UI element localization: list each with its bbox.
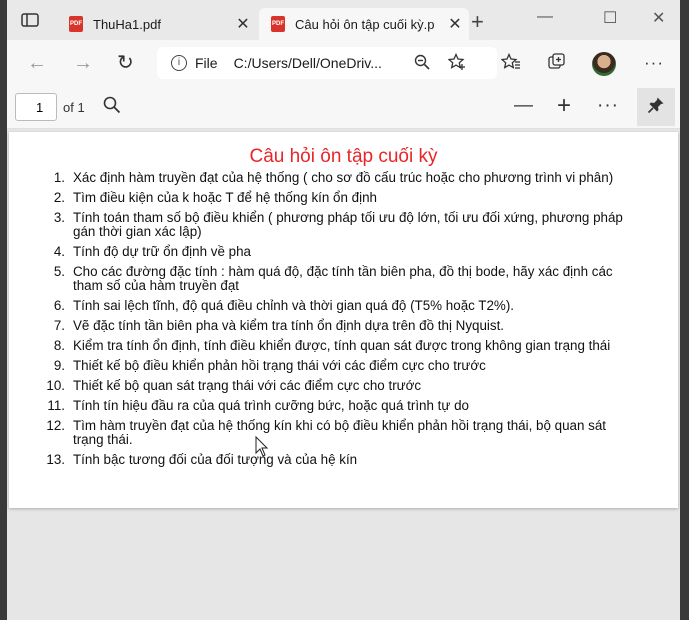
pdf-toolbar: 1 of 1 — + ··· <box>7 88 680 129</box>
question-number: 10. <box>46 378 65 393</box>
tab-actions-icon[interactable] <box>21 13 39 27</box>
question-item: 1. Xác định hàm truyền đạt của hệ thống (… <box>37 171 637 185</box>
question-number: 1. <box>53 170 65 185</box>
document-title: Câu hỏi ôn tập cuối kỳ <box>249 146 438 167</box>
document-viewer[interactable]: Câu hỏi ôn tập cuối kỳ 1. Xác định hàm tr… <box>7 129 680 620</box>
question-text: Cho các đường đặc tính : hàm quá độ, đặc… <box>73 264 613 293</box>
question-item: 13. Tính bậc tương đối của đối tượng và c… <box>37 453 637 467</box>
question-number: 9. <box>53 358 65 373</box>
collections-icon[interactable] <box>547 53 567 76</box>
tab-thuha1[interactable]: PDF ThuHa1.pdf ✕ <box>57 8 257 40</box>
question-text: Tìm hàm truyền đạt của hệ thống kín khi … <box>73 418 606 447</box>
question-item: 6. Tính sai lệch tĩnh, độ quá điều chỉnh … <box>37 299 637 313</box>
question-item: 9. Thiết kế bộ điều khiển phản hồi trạng … <box>37 359 637 373</box>
question-text: Tính tín hiệu đầu ra của quá trình cưỡng… <box>73 398 469 413</box>
question-item: 3. Tính toán tham số bộ điều khiển ( phươ… <box>37 211 637 239</box>
tab-title: Câu hỏi ôn tập cuối kỳ.p <box>295 16 435 32</box>
tab-title: ThuHa1.pdf <box>93 16 161 32</box>
question-number: 6. <box>53 298 65 313</box>
question-text: Xác định hàm truyền đạt của hệ thống ( c… <box>73 170 614 185</box>
minimize-icon[interactable]: — <box>537 8 553 26</box>
pdf-file-icon: PDF <box>271 16 285 32</box>
question-number: 3. <box>53 210 65 225</box>
profile-avatar[interactable] <box>592 52 616 76</box>
more-tools-icon[interactable]: ··· <box>597 96 619 116</box>
question-item: 5. Cho các đường đặc tính : hàm quá độ, đ… <box>37 265 637 293</box>
question-number: 12. <box>46 418 65 433</box>
add-favorite-icon[interactable] <box>447 52 466 74</box>
close-tab-icon[interactable]: ✕ <box>441 14 469 34</box>
address-bar[interactable]: i File C:/Users/Dell/OneDriv... <box>157 47 497 79</box>
question-item: 8. Kiểm tra tính ổn định, tính điều khiển… <box>37 339 637 353</box>
question-text: Tính sai lệch tĩnh, độ quá điều chỉnh và… <box>73 298 515 313</box>
more-options-icon[interactable]: ··· <box>644 53 664 73</box>
url-text[interactable]: C:/Users/Dell/OneDriv... <box>234 55 394 71</box>
question-text: Tính độ dự trữ ổn định về pha <box>73 244 251 259</box>
mouse-cursor-icon <box>255 436 269 457</box>
maximize-icon[interactable]: ☐ <box>603 8 617 28</box>
back-icon[interactable]: ← <box>27 52 47 74</box>
zoom-in-icon[interactable]: + <box>557 94 571 118</box>
question-item: 7. Vẽ đặc tính tần biên pha và kiểm tra t… <box>37 319 637 333</box>
question-number: 5. <box>53 264 65 279</box>
pin-icon <box>647 96 665 119</box>
question-number: 13. <box>46 452 65 467</box>
question-text: Thiết kế bộ điều khiển phản hồi trạng th… <box>73 358 486 373</box>
question-number: 4. <box>53 244 65 259</box>
question-number: 7. <box>53 318 65 333</box>
address-toolbar: ← → ↻ i File C:/Users/Dell/OneDriv... ··… <box>7 40 680 88</box>
question-number: 11. <box>47 398 65 413</box>
question-text: Tính bậc tương đối của đối tượng và của … <box>73 452 358 467</box>
refresh-icon[interactable]: ↻ <box>117 52 134 74</box>
close-window-icon[interactable]: ✕ <box>652 8 665 28</box>
zoom-out-icon[interactable]: — <box>514 96 533 116</box>
question-text: Tìm điều kiện của k hoặc T để hệ thống k… <box>73 190 377 205</box>
zoom-icon[interactable] <box>414 54 430 73</box>
tab-strip: PDF ThuHa1.pdf ✕ PDF Câu hỏi ôn tập cuối… <box>7 0 680 40</box>
pdf-page: Câu hỏi ôn tập cuối kỳ 1. Xác định hàm tr… <box>9 132 678 508</box>
pin-toolbar-button[interactable] <box>637 88 675 126</box>
question-item: 11. Tính tín hiệu đầu ra của quá trình cư… <box>37 399 637 413</box>
question-text: Tính toán tham số bộ điều khiển ( phương… <box>73 210 623 239</box>
page-count: of 1 <box>63 100 85 115</box>
question-number: 2. <box>53 190 65 205</box>
question-text: Vẽ đặc tính tần biên pha và kiểm tra tín… <box>73 318 505 333</box>
question-text: Thiết kế bộ quan sát trạng thái với các … <box>73 378 422 393</box>
question-text: Kiểm tra tính ổn định, tính điều khiển đ… <box>73 338 611 353</box>
question-item: 4. Tính độ dự trữ ổn định về pha <box>37 245 637 259</box>
new-tab-icon[interactable]: + <box>471 11 484 33</box>
question-item: 2. Tìm điều kiện của k hoặc T để hệ thống… <box>37 191 637 205</box>
favorites-icon[interactable] <box>500 52 521 76</box>
search-icon[interactable] <box>103 96 121 119</box>
page-number-input[interactable]: 1 <box>15 93 57 121</box>
question-item: 10. Thiết kế bộ quan sát trạng thái với c… <box>37 379 637 393</box>
info-icon[interactable]: i <box>171 55 187 71</box>
pdf-file-icon: PDF <box>69 16 83 32</box>
tab-cau-hoi[interactable]: PDF Câu hỏi ôn tập cuối kỳ.p ✕ <box>259 8 469 40</box>
question-list: 1. Xác định hàm truyền đạt của hệ thống (… <box>37 171 637 473</box>
question-number: 8. <box>53 338 65 353</box>
close-tab-icon[interactable]: ✕ <box>229 14 257 34</box>
question-item: 12. Tìm hàm truyền đạt của hệ thống kín k… <box>37 419 637 447</box>
forward-icon[interactable]: → <box>73 52 93 74</box>
browser-window: PDF ThuHa1.pdf ✕ PDF Câu hỏi ôn tập cuối… <box>7 0 680 620</box>
scheme-label: File <box>195 55 218 71</box>
